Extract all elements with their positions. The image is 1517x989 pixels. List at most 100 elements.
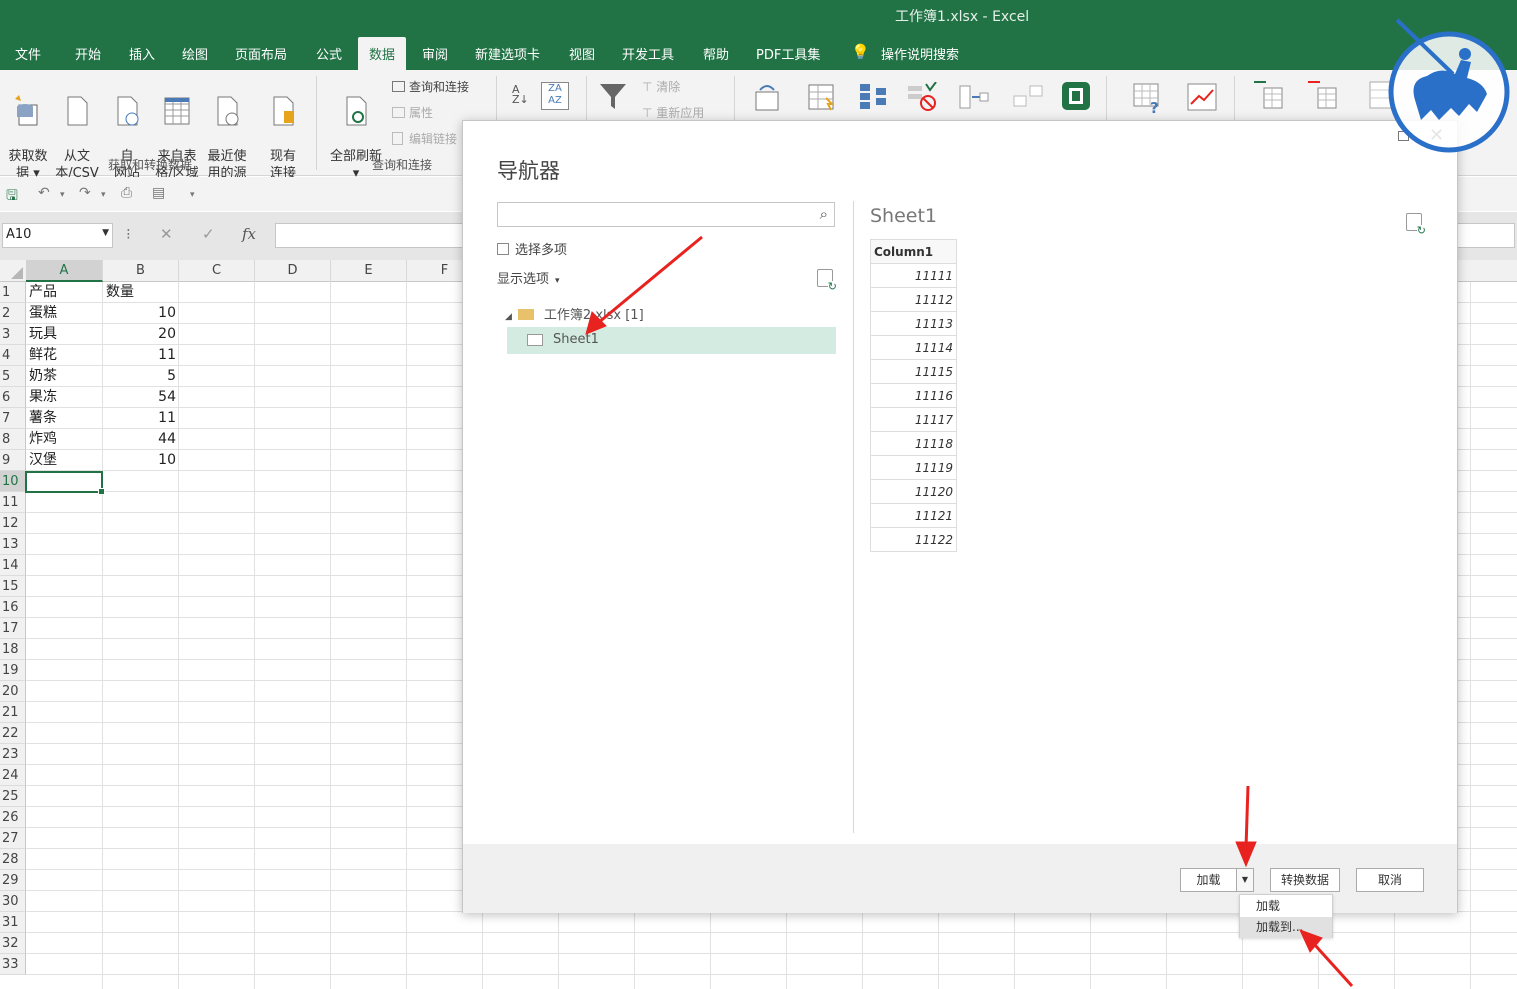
- consolidate-icon[interactable]: [958, 82, 990, 112]
- row-header[interactable]: 3: [0, 324, 26, 345]
- row-header[interactable]: 32: [0, 933, 26, 954]
- reapply-button[interactable]: ⊤ 重新应用: [642, 104, 704, 121]
- cell-a[interactable]: 果冻: [29, 387, 103, 408]
- menu-item-load-to[interactable]: 加载到...: [1240, 917, 1332, 938]
- pane-divider[interactable]: [853, 201, 854, 833]
- row-header[interactable]: 28: [0, 849, 26, 870]
- cell-b[interactable]: 54: [103, 387, 179, 408]
- redo-icon[interactable]: ↷: [79, 185, 91, 201]
- select-multiple-checkbox[interactable]: 选择多项: [497, 239, 567, 258]
- flash-fill-icon[interactable]: [806, 82, 836, 112]
- cell-b[interactable]: 44: [103, 429, 179, 450]
- column-header[interactable]: E: [331, 260, 407, 282]
- cell-b[interactable]: 11: [103, 345, 179, 366]
- row-header[interactable]: 9: [0, 450, 26, 471]
- data-validation-icon[interactable]: [906, 82, 938, 112]
- clear-button[interactable]: ⊤ 清除: [642, 78, 680, 95]
- tab-new-tab[interactable]: 新建选项卡: [475, 44, 540, 63]
- queries-connections-button[interactable]: 查询和连接: [392, 78, 469, 95]
- relationships-icon[interactable]: [1012, 82, 1044, 112]
- sort-icon[interactable]: ZA AZ: [541, 82, 569, 110]
- filter-icon[interactable]: [598, 82, 628, 112]
- insert-function-icon[interactable]: fx: [242, 225, 256, 243]
- tree-item-sheet1[interactable]: Sheet1: [507, 327, 836, 354]
- search-input[interactable]: ⌕: [497, 202, 835, 227]
- row-header[interactable]: 2: [0, 303, 26, 324]
- row-header[interactable]: 23: [0, 744, 26, 765]
- recent-sources-button[interactable]: 最近使 用的源: [204, 78, 250, 182]
- row-header[interactable]: 14: [0, 555, 26, 576]
- cell-b[interactable]: 10: [103, 450, 179, 471]
- select-all-corner[interactable]: [0, 260, 26, 282]
- cell-a[interactable]: 奶茶: [29, 366, 103, 387]
- form-icon[interactable]: ▤: [152, 185, 165, 201]
- tab-file[interactable]: 文件: [15, 44, 41, 63]
- row-header[interactable]: 26: [0, 807, 26, 828]
- preview-refresh-icon[interactable]: [1406, 213, 1426, 236]
- tell-me-search[interactable]: 操作说明搜索: [881, 44, 959, 63]
- transform-data-button[interactable]: 转换数据: [1270, 868, 1340, 892]
- cell-b[interactable]: 10: [103, 303, 179, 324]
- row-header[interactable]: 13: [0, 534, 26, 555]
- row-header[interactable]: 33: [0, 954, 26, 975]
- remove-duplicates-icon[interactable]: [858, 82, 888, 112]
- cancel-entry-icon[interactable]: ✕: [160, 225, 173, 243]
- row-header[interactable]: 5: [0, 366, 26, 387]
- tab-view[interactable]: 视图: [569, 44, 595, 63]
- display-options-dropdown[interactable]: 显示选项 ▾: [497, 268, 560, 287]
- save-icon[interactable]: 🖫: [6, 185, 18, 209]
- cell-a[interactable]: 产品: [29, 282, 103, 303]
- from-text-csv-button[interactable]: 从文 本/CSV: [53, 78, 101, 182]
- cell-b[interactable]: 数量: [106, 282, 179, 303]
- row-header[interactable]: 11: [0, 492, 26, 513]
- load-button[interactable]: 加载: [1180, 868, 1237, 892]
- sort-asc-icon[interactable]: A Z↓: [512, 84, 529, 105]
- cell-a[interactable]: 炸鸡: [29, 429, 103, 450]
- row-header[interactable]: 21: [0, 702, 26, 723]
- group-icon[interactable]: [1252, 78, 1284, 110]
- row-header[interactable]: 24: [0, 765, 26, 786]
- name-box[interactable]: A10 ▼: [2, 223, 113, 248]
- cell-a[interactable]: 蛋糕: [29, 303, 103, 324]
- existing-connections-button[interactable]: 现有 连接: [265, 78, 301, 182]
- column-header[interactable]: C: [179, 260, 255, 282]
- expand-triangle-icon[interactable]: ◢: [505, 312, 512, 322]
- tree-item-workbook[interactable]: ◢ 工作簿2.xlsx [1]: [505, 304, 644, 323]
- tab-page-layout[interactable]: 页面布局: [235, 44, 287, 63]
- column-header[interactable]: D: [255, 260, 331, 282]
- chevron-down-icon[interactable]: ▾: [60, 190, 65, 200]
- load-dropdown-button[interactable]: ▼: [1236, 868, 1254, 892]
- edit-links-button[interactable]: 编辑链接: [392, 130, 457, 147]
- print-preview-icon[interactable]: ⎙: [121, 185, 132, 201]
- row-header[interactable]: 18: [0, 639, 26, 660]
- tab-pdf-tools[interactable]: PDF工具集: [756, 44, 820, 63]
- forecast-sheet-icon[interactable]: [1186, 82, 1218, 112]
- column-header[interactable]: A: [26, 260, 103, 282]
- tab-insert[interactable]: 插入: [129, 44, 155, 63]
- row-header[interactable]: 16: [0, 597, 26, 618]
- tab-developer[interactable]: 开发工具: [622, 44, 674, 63]
- row-header[interactable]: 20: [0, 681, 26, 702]
- row-header[interactable]: 25: [0, 786, 26, 807]
- row-header[interactable]: 27: [0, 828, 26, 849]
- tab-data[interactable]: 数据: [358, 37, 407, 70]
- row-header[interactable]: 12: [0, 513, 26, 534]
- cell-a[interactable]: 玩具: [29, 324, 103, 345]
- tab-draw[interactable]: 绘图: [182, 44, 208, 63]
- what-if-analysis-icon[interactable]: ?: [1132, 82, 1164, 114]
- undo-icon[interactable]: ↶: [38, 185, 50, 201]
- tab-formulas[interactable]: 公式: [316, 44, 342, 63]
- cell-b[interactable]: 20: [103, 324, 179, 345]
- cancel-button[interactable]: 取消: [1356, 868, 1424, 892]
- tab-home[interactable]: 开始: [75, 44, 101, 63]
- properties-button[interactable]: 属性: [392, 104, 433, 121]
- row-header[interactable]: 31: [0, 912, 26, 933]
- row-header[interactable]: 22: [0, 723, 26, 744]
- data-model-icon[interactable]: [1060, 80, 1092, 112]
- row-header[interactable]: 10: [0, 471, 26, 492]
- cell-a[interactable]: 鲜花: [29, 345, 103, 366]
- row-header[interactable]: 29: [0, 870, 26, 891]
- row-header[interactable]: 15: [0, 576, 26, 597]
- cell-b[interactable]: 11: [103, 408, 179, 429]
- row-header[interactable]: 4: [0, 345, 26, 366]
